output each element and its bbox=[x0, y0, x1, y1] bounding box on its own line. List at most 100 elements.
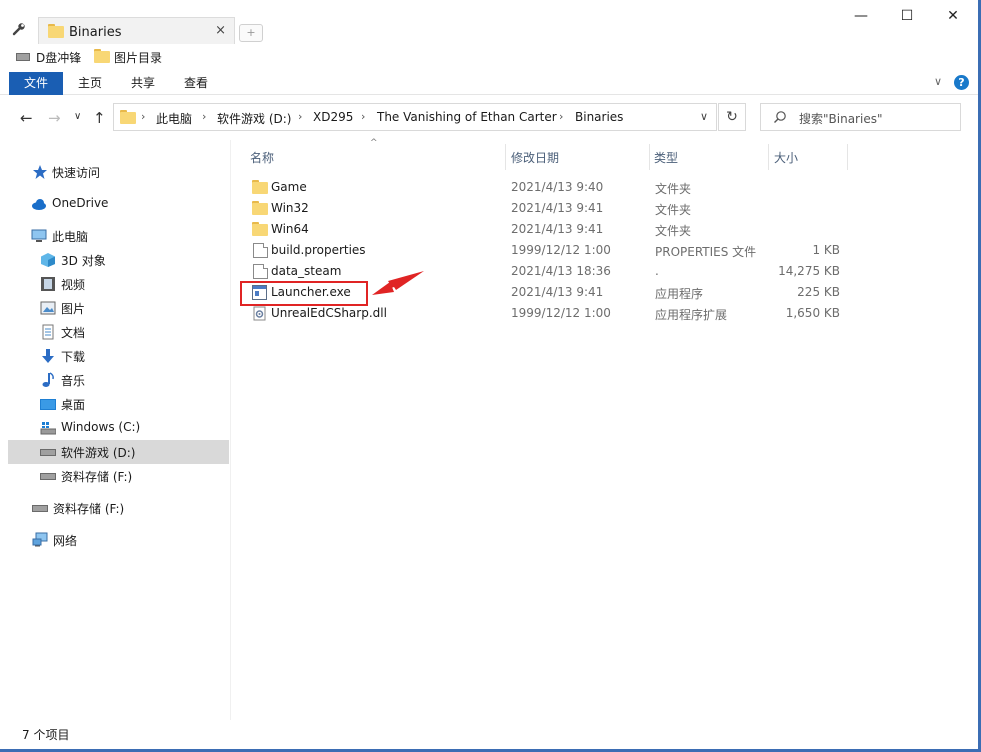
star-icon bbox=[33, 165, 47, 179]
new-tab-button[interactable]: + bbox=[239, 24, 263, 42]
annotation-arrow-icon bbox=[372, 271, 424, 295]
search-icon bbox=[774, 111, 786, 123]
tab-home[interactable]: 主页 bbox=[65, 72, 115, 95]
file-date: 2021/4/13 9:41 bbox=[511, 201, 604, 215]
column-divider[interactable] bbox=[768, 144, 769, 170]
file-list: ^ 名称 修改日期 类型 大小 Game 2021/4/13 9:40 文件夹 … bbox=[232, 138, 978, 720]
download-icon bbox=[42, 349, 54, 363]
nav-label: Windows (C:) bbox=[61, 420, 141, 434]
file-row-win32[interactable]: Win32 2021/4/13 9:41 文件夹 bbox=[240, 198, 860, 219]
nav-onedrive[interactable]: OneDrive bbox=[8, 192, 229, 216]
nav-label: OneDrive bbox=[52, 196, 109, 210]
nav-label: 资料存储 (F:) bbox=[53, 502, 125, 516]
breadcrumb-xd295[interactable]: XD295 bbox=[313, 110, 353, 124]
nav-f-drive[interactable]: 资料存储 (F:) bbox=[8, 464, 229, 488]
maximize-button[interactable]: ☐ bbox=[884, 4, 930, 30]
nav-windows-c[interactable]: Windows (C:) bbox=[8, 416, 229, 440]
forward-button[interactable]: → bbox=[48, 109, 61, 127]
file-name: data_steam bbox=[271, 264, 342, 278]
drive-icon bbox=[32, 505, 48, 512]
address-dropdown-icon[interactable]: ∨ bbox=[700, 110, 708, 123]
document-icon bbox=[42, 324, 54, 340]
favorite-label: 图片目录 bbox=[114, 51, 163, 65]
tab-title: Binaries bbox=[69, 25, 122, 40]
nav-network[interactable]: 网络 bbox=[8, 528, 229, 552]
drive-icon bbox=[16, 53, 30, 61]
tab-view[interactable]: 查看 bbox=[171, 72, 221, 95]
tab-share[interactable]: 共享 bbox=[118, 72, 168, 95]
favorite-label: D盘冲锋 bbox=[36, 51, 82, 65]
file-row-unrealedcsharp-dll[interactable]: UnrealEdCSharp.dll 1999/12/12 1:00 应用程序扩… bbox=[240, 303, 860, 324]
file-size: 225 KB bbox=[797, 285, 840, 299]
file-row-data-steam[interactable]: data_steam 2021/4/13 18:36 . 14,275 KB bbox=[240, 261, 860, 282]
file-name: Game bbox=[271, 180, 307, 194]
file-type: PROPERTIES 文件 bbox=[655, 245, 757, 259]
breadcrumb-d-drive[interactable]: 软件游戏 (D:) bbox=[217, 110, 291, 127]
nav-pictures[interactable]: 图片 bbox=[8, 296, 229, 320]
recent-locations-button[interactable]: ∨ bbox=[74, 111, 81, 122]
back-button[interactable]: ← bbox=[20, 109, 33, 127]
nav-downloads[interactable]: 下载 bbox=[8, 344, 229, 368]
favorite-d-drive[interactable]: D盘冲锋 bbox=[16, 49, 88, 65]
title-bar: Binaries × + — ☐ ✕ bbox=[0, 0, 978, 44]
folder-icon bbox=[252, 222, 268, 237]
column-divider[interactable] bbox=[847, 144, 848, 170]
file-date: 1999/12/12 1:00 bbox=[511, 243, 611, 257]
file-type: 文件夹 bbox=[655, 224, 692, 238]
column-divider[interactable] bbox=[649, 144, 650, 170]
search-input[interactable]: 搜索"Binaries" bbox=[799, 110, 882, 127]
column-type[interactable]: 类型 bbox=[654, 149, 678, 166]
expand-ribbon-icon[interactable]: ∨ bbox=[934, 75, 942, 88]
file-row-build-properties[interactable]: build.properties 1999/12/12 1:00 PROPERT… bbox=[240, 240, 860, 261]
computer-icon bbox=[31, 229, 47, 242]
nav-d-drive[interactable]: 软件游戏 (D:) bbox=[8, 440, 229, 464]
refresh-button[interactable]: ↻ bbox=[718, 103, 746, 131]
minimize-button[interactable]: — bbox=[838, 4, 884, 30]
search-box[interactable]: 搜索"Binaries" bbox=[760, 103, 961, 131]
help-icon[interactable]: ? bbox=[954, 75, 969, 90]
nav-documents[interactable]: 文档 bbox=[8, 320, 229, 344]
close-button[interactable]: ✕ bbox=[930, 4, 976, 30]
favorites-bar: D盘冲锋 图片目录 bbox=[0, 44, 978, 70]
breadcrumb-binaries[interactable]: Binaries bbox=[575, 110, 623, 124]
explorer-window: Binaries × + — ☐ ✕ D盘冲锋 图片目录 文件 主页 共享 查看… bbox=[0, 0, 978, 749]
nav-label: 下载 bbox=[61, 350, 86, 364]
favorite-pictures-folder[interactable]: 图片目录 bbox=[94, 49, 174, 65]
address-row: ← → ∨ ↑ › 此电脑 › 软件游戏 (D:) › XD295 › The … bbox=[0, 95, 978, 140]
up-button[interactable]: ↑ bbox=[93, 109, 106, 127]
nav-f-drive-root[interactable]: 资料存储 (F:) bbox=[8, 496, 229, 520]
nav-label: 网络 bbox=[53, 534, 78, 548]
nav-this-pc[interactable]: 此电脑 bbox=[8, 224, 229, 248]
address-bar[interactable]: › 此电脑 › 软件游戏 (D:) › XD295 › The Vanishin… bbox=[113, 103, 717, 131]
nav-videos[interactable]: 视频 bbox=[8, 272, 229, 296]
nav-label: 软件游戏 (D:) bbox=[61, 446, 136, 460]
folder-icon bbox=[252, 201, 268, 216]
nav-label: 快速访问 bbox=[52, 166, 101, 180]
breadcrumb-game-folder[interactable]: The Vanishing of Ethan Carter bbox=[377, 110, 557, 124]
nav-3d-objects[interactable]: 3D 对象 bbox=[8, 248, 229, 272]
file-date: 1999/12/12 1:00 bbox=[511, 306, 611, 320]
file-row-win64[interactable]: Win64 2021/4/13 9:41 文件夹 bbox=[240, 219, 860, 240]
column-size[interactable]: 大小 bbox=[774, 149, 798, 166]
nav-desktop[interactable]: 桌面 bbox=[8, 392, 229, 416]
file-name: Win64 bbox=[271, 222, 309, 236]
tab-binaries[interactable]: Binaries × bbox=[38, 17, 235, 44]
breadcrumb-this-pc[interactable]: 此电脑 bbox=[156, 110, 192, 127]
nav-music[interactable]: 音乐 bbox=[8, 368, 229, 392]
drive-icon bbox=[40, 449, 56, 456]
column-date-modified[interactable]: 修改日期 bbox=[511, 149, 559, 166]
nav-quick-access[interactable]: 快速访问 bbox=[8, 160, 229, 184]
column-name[interactable]: 名称 bbox=[250, 149, 274, 166]
wrench-icon[interactable] bbox=[12, 22, 26, 36]
music-icon bbox=[42, 372, 54, 387]
nav-label: 资料存储 (F:) bbox=[61, 470, 133, 484]
nav-label: 图片 bbox=[61, 302, 86, 316]
tab-file[interactable]: 文件 bbox=[9, 72, 63, 95]
file-type: . bbox=[655, 264, 659, 278]
file-row-game[interactable]: Game 2021/4/13 9:40 文件夹 bbox=[240, 177, 860, 198]
tab-close-icon[interactable]: × bbox=[215, 23, 226, 38]
column-divider[interactable] bbox=[505, 144, 506, 170]
file-date: 2021/4/13 9:41 bbox=[511, 222, 604, 236]
status-bar: 7 个项目 bbox=[0, 720, 978, 749]
folder-icon bbox=[120, 110, 136, 124]
